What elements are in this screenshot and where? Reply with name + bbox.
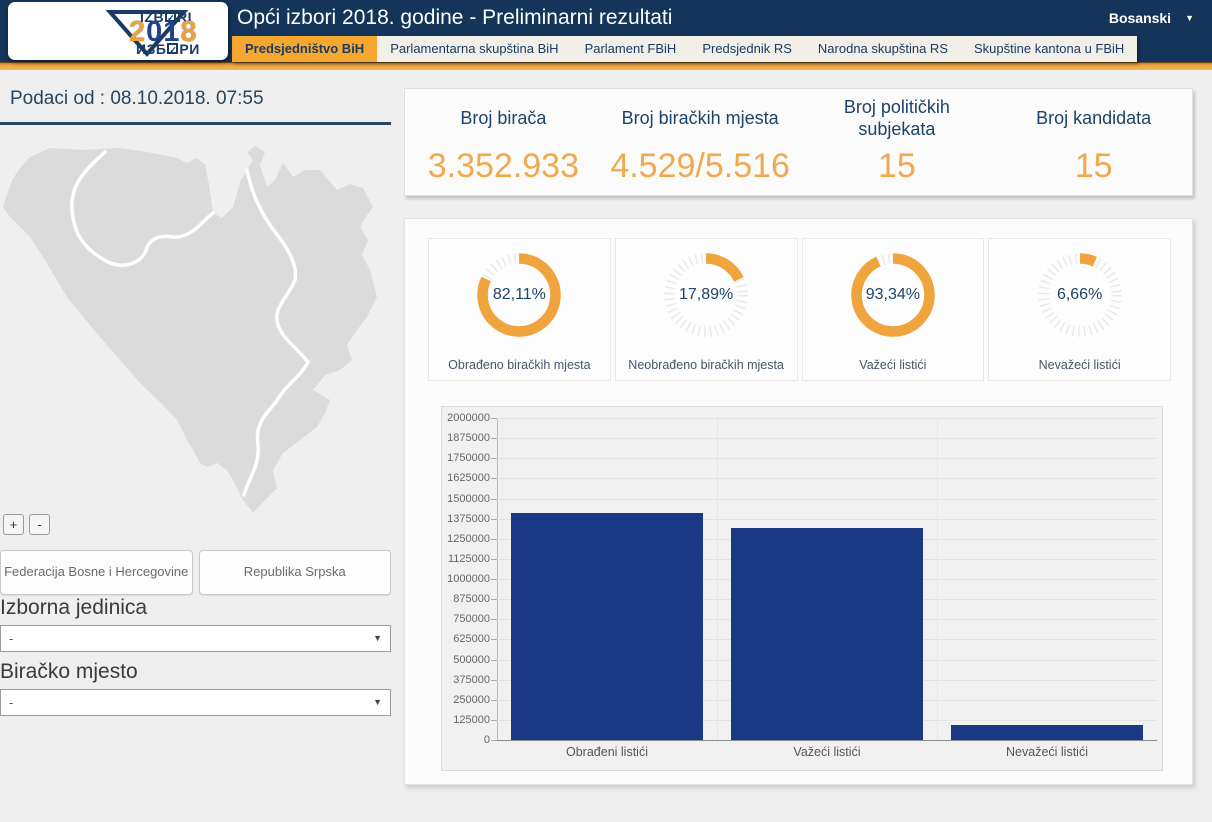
- language-selector[interactable]: Bosanski ▼: [1109, 10, 1194, 26]
- electoral-unit-filter: Izborna jedinica - ▼: [0, 596, 391, 652]
- x-axis-label: Nevažeći listići: [937, 745, 1157, 759]
- tab-parlamentarna-skupstina-bih[interactable]: Parlamentarna skupština BiH: [377, 36, 571, 62]
- y-tick: [491, 700, 497, 701]
- donut-gauges: 82,11% Obrađeno biračkih mjesta 17,89% N…: [428, 238, 1171, 381]
- y-tick: [491, 458, 497, 459]
- ballots-bar-chart: 0 125000 250000 375000 500000 625000 750000 875…: [441, 406, 1163, 771]
- y-tick-label: 500000: [444, 654, 490, 666]
- polling-station-label: Biračko mjesto: [0, 660, 391, 684]
- polling-station-select[interactable]: - ▼: [0, 689, 391, 716]
- y-tick-label: 1500000: [444, 493, 490, 505]
- y-tick-label: 375000: [444, 674, 490, 686]
- donut-invalid-ballots: 6,66% Nevažeći listići: [988, 238, 1171, 381]
- donut-percent: 6,66%: [1032, 247, 1128, 343]
- donut-processed-stations: 82,11% Obrađeno biračkih mjesta: [428, 238, 611, 381]
- donut-valid-ballots: 93,34% Važeći listići: [802, 238, 985, 381]
- electoral-unit-label: Izborna jedinica: [0, 596, 391, 620]
- y-tick: [491, 599, 497, 600]
- y-tick: [491, 519, 497, 520]
- bosnia-map[interactable]: [0, 130, 391, 515]
- gridline: [497, 499, 1157, 500]
- tab-predsjednistvo-bih[interactable]: Predsjedništvo BiH: [232, 36, 377, 62]
- y-tick: [491, 418, 497, 419]
- results-panel: 82,11% Obrađeno biračkih mjesta 17,89% N…: [404, 218, 1193, 785]
- gridline: [497, 458, 1157, 459]
- country-outline: [3, 146, 377, 513]
- y-tick: [491, 680, 497, 681]
- header-accent-strip: [0, 62, 1212, 70]
- y-tick: [491, 499, 497, 500]
- y-tick-label: 1125000: [444, 553, 490, 565]
- electoral-unit-select[interactable]: - ▼: [0, 625, 391, 652]
- y-tick: [491, 639, 497, 640]
- y-tick: [491, 579, 497, 580]
- donut-percent: 17,89%: [658, 247, 754, 343]
- map-zoom-in-button[interactable]: +: [3, 514, 24, 535]
- gridline: [497, 438, 1157, 439]
- donut-unprocessed-stations: 17,89% Neobrađeno biračkih mjesta: [615, 238, 798, 381]
- tab-skupstine-kantona-fbih[interactable]: Skupštine kantona u FBiH: [961, 36, 1137, 62]
- gridline-vertical: [717, 418, 718, 740]
- y-tick: [491, 478, 497, 479]
- donut-percent: 82,11%: [471, 247, 567, 343]
- y-tick-label: 875000: [444, 593, 490, 605]
- y-tick-label: 1750000: [444, 452, 490, 464]
- y-tick-label: 750000: [444, 613, 490, 625]
- chevron-down-icon: ▼: [373, 690, 382, 715]
- polling-station-filter: Biračko mjesto - ▼: [0, 660, 391, 716]
- y-tick-label: 625000: [444, 633, 490, 645]
- stat-voters: Broj birača 3.352.933: [405, 89, 602, 195]
- sidebar: Podaci od : 08.10.2018. 07:55 + - Federa…: [0, 88, 391, 788]
- page-title: Opći izbori 2018. godine - Preliminarni …: [237, 6, 672, 30]
- stat-political-subjects: Broj političkih subjekata 15: [799, 89, 996, 195]
- republika-srpska-button[interactable]: Republika Srpska: [199, 550, 392, 595]
- bosnia-map-svg: [0, 130, 391, 515]
- x-axis-label: Važeći listići: [717, 745, 937, 759]
- chevron-down-icon: ▼: [373, 626, 382, 651]
- federation-bih-button[interactable]: Federacija Bosne i Hercegovine: [0, 550, 193, 595]
- electoral-unit-value: -: [9, 631, 13, 646]
- x-axis: [497, 740, 1157, 741]
- y-tick-label: 2000000: [444, 412, 490, 424]
- tab-parlament-fbih[interactable]: Parlament FBiH: [572, 36, 690, 62]
- y-tick-label: 1875000: [444, 432, 490, 444]
- bar-2[interactable]: [951, 725, 1143, 740]
- main-navigation: Predsjedništvo BiH Parlamentarna skupšti…: [232, 36, 1137, 62]
- y-tick: [491, 539, 497, 540]
- y-tick-label: 1625000: [444, 472, 490, 484]
- tab-predsjednik-rs[interactable]: Predsjednik RS: [689, 36, 805, 62]
- x-axis-label: Obrađeni listići: [497, 745, 717, 759]
- bar-0[interactable]: [511, 513, 703, 740]
- y-tick: [491, 660, 497, 661]
- y-tick-label: 125000: [444, 714, 490, 726]
- y-tick-label: 1375000: [444, 513, 490, 525]
- y-tick: [491, 720, 497, 721]
- language-label: Bosanski: [1109, 10, 1171, 26]
- gridline: [497, 418, 1157, 419]
- summary-stats-panel: Broj birača 3.352.933 Broj biračkih mjes…: [404, 88, 1193, 196]
- y-tick: [491, 559, 497, 560]
- logo-text-cyrillic: ИЗБРИ: [136, 41, 200, 57]
- y-tick: [491, 619, 497, 620]
- gridline-vertical: [937, 418, 938, 740]
- map-zoom-out-button[interactable]: -: [29, 514, 50, 535]
- y-tick-label: 1000000: [444, 573, 490, 585]
- y-tick-label: 0: [444, 734, 490, 746]
- y-tick-label: 1250000: [444, 533, 490, 545]
- stat-polling-stations: Broj biračkih mjesta 4.529/5.516: [602, 89, 799, 195]
- y-tick-label: 250000: [444, 694, 490, 706]
- check-icon: [167, 43, 178, 54]
- donut-percent: 93,34%: [845, 247, 941, 343]
- stat-candidates: Broj kandidata 15: [995, 89, 1192, 195]
- data-timestamp: Podaci od : 08.10.2018. 07:55: [0, 88, 391, 125]
- entity-buttons: Federacija Bosne i Hercegovine Republika…: [0, 550, 391, 595]
- map-zoom-controls: + -: [3, 514, 50, 535]
- tab-narodna-skupstina-rs[interactable]: Narodna skupština RS: [805, 36, 961, 62]
- elections-2018-logo[interactable]: IZBRI 2018 ИЗБРИ: [8, 2, 228, 60]
- chevron-down-icon: ▼: [1185, 13, 1194, 23]
- bar-1[interactable]: [731, 528, 923, 740]
- gridline: [497, 478, 1157, 479]
- y-tick: [491, 438, 497, 439]
- polling-station-value: -: [9, 695, 13, 710]
